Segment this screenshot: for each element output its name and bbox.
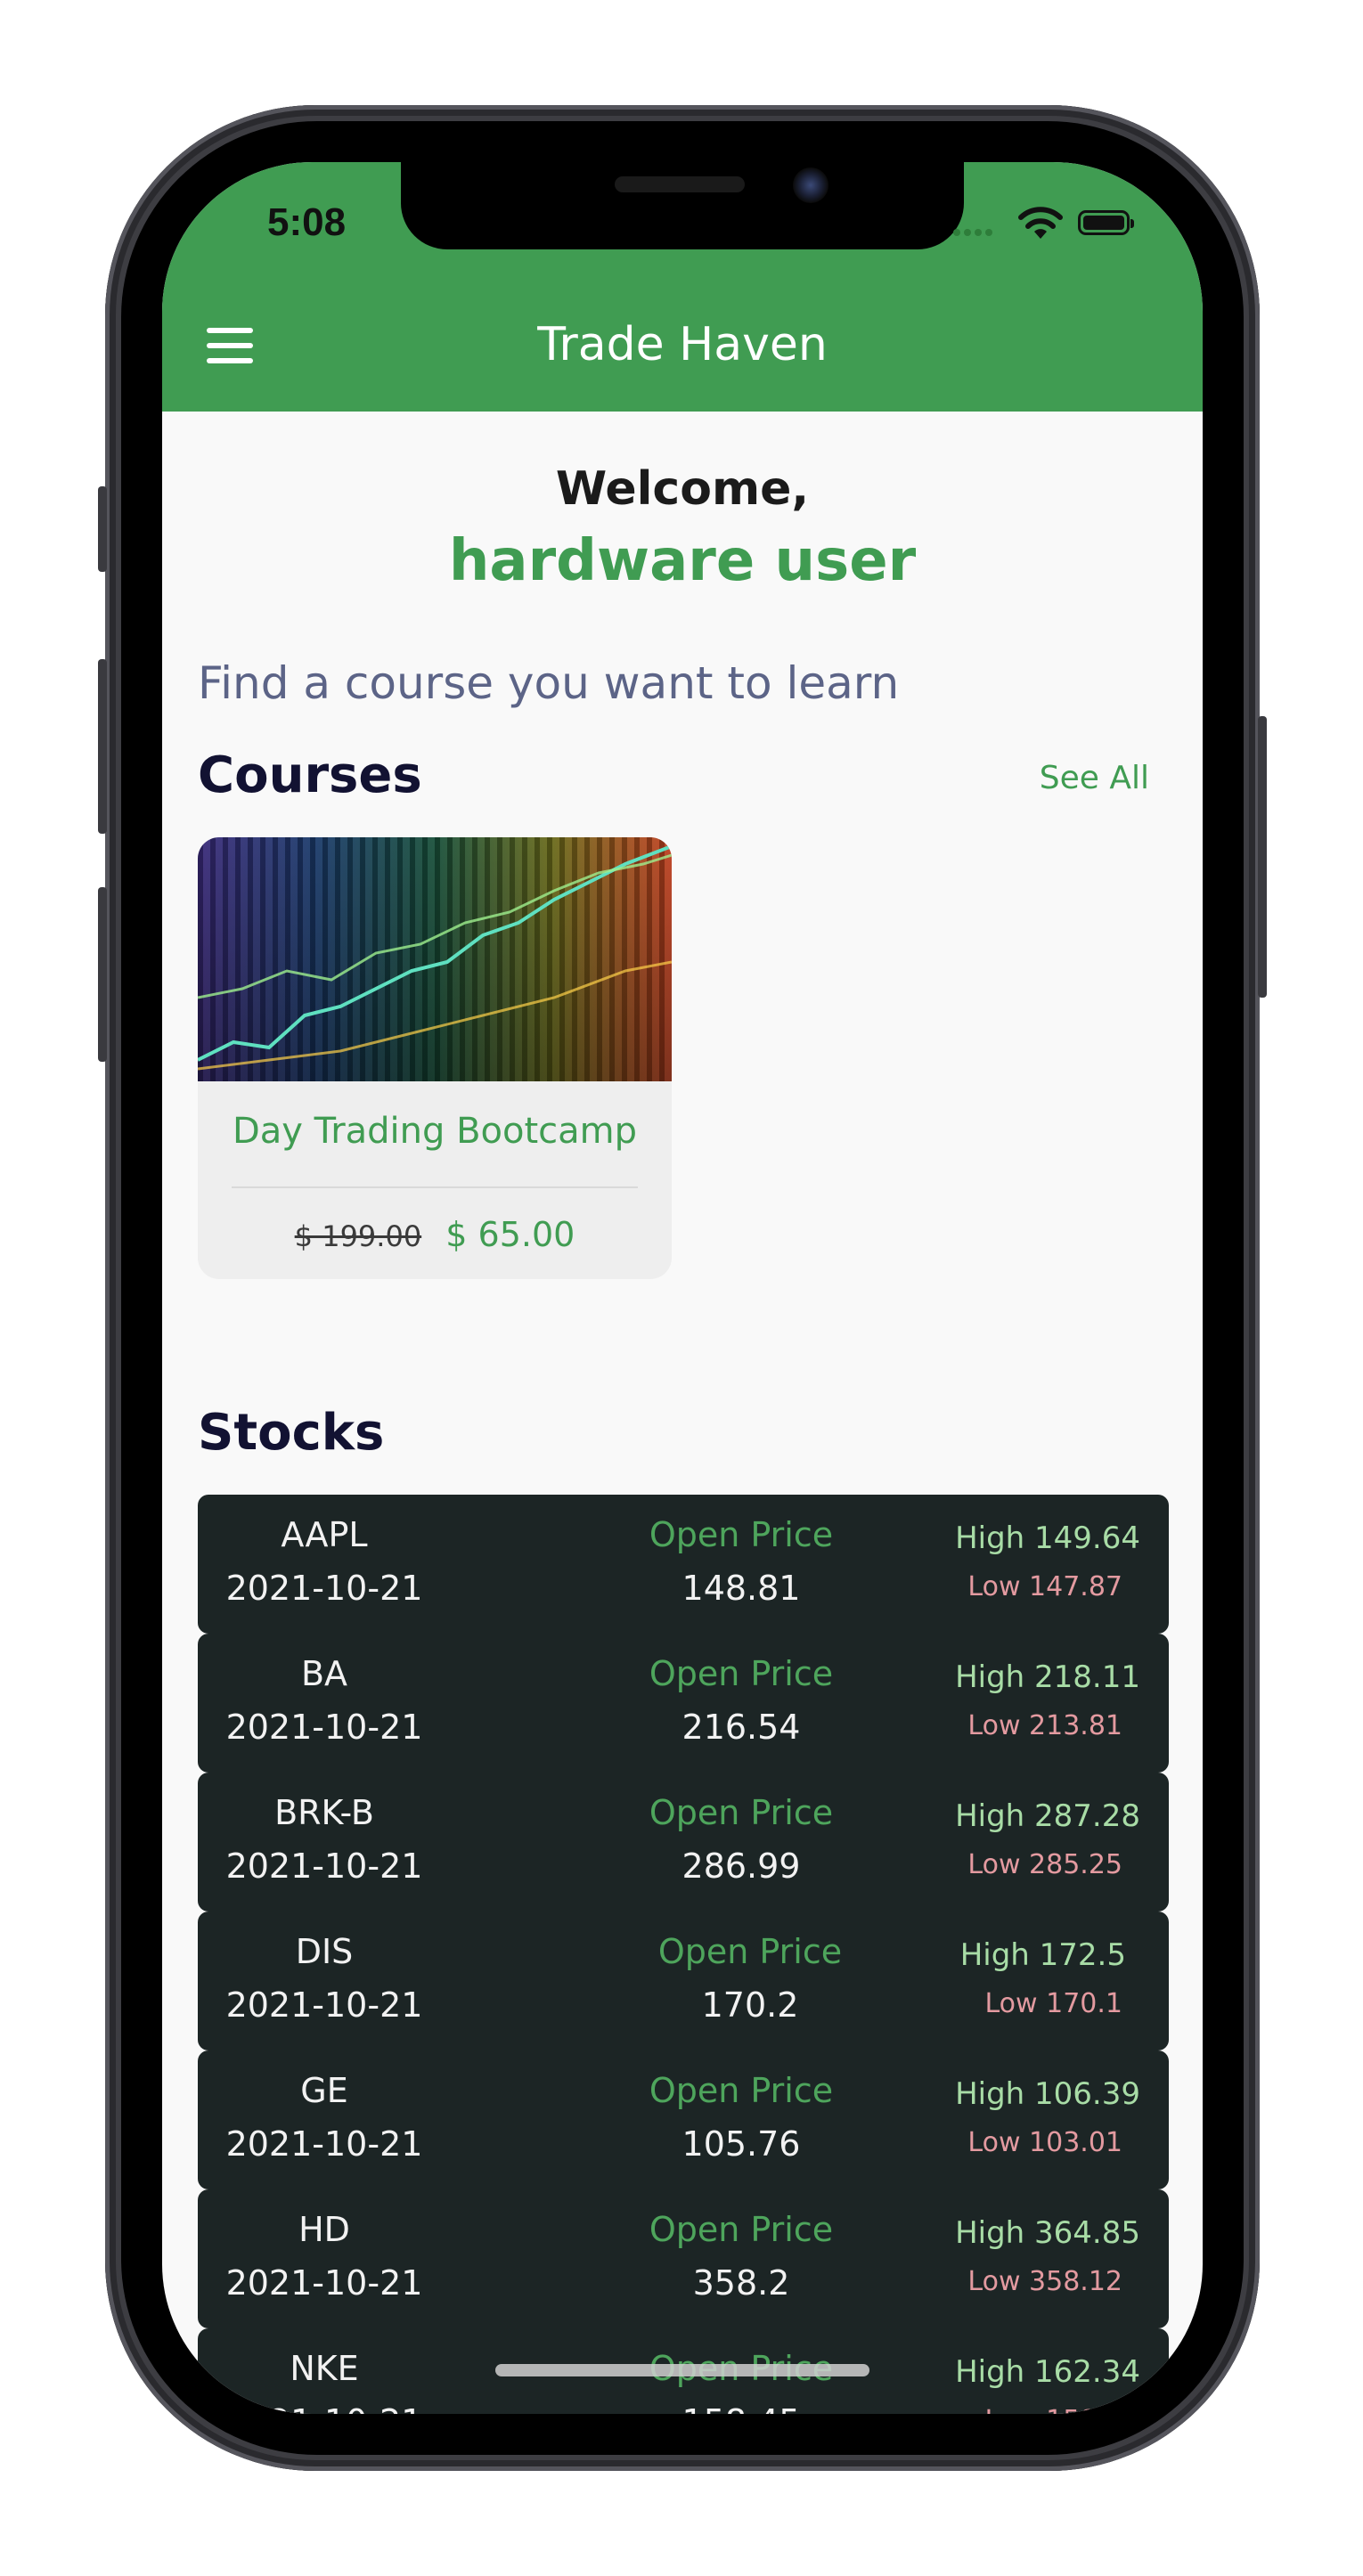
stock-row[interactable]: GE 2021-10-21 Open Price 105.76 High 106… bbox=[198, 2050, 1169, 2189]
course-title: Day Trading Bootcamp bbox=[232, 1111, 638, 1152]
stock-open-label: Open Price bbox=[649, 1654, 834, 1693]
courses-title: Courses bbox=[198, 746, 422, 804]
course-image bbox=[198, 837, 672, 1081]
stock-date: 2021-10-21 bbox=[225, 2124, 423, 2164]
see-all-link[interactable]: See All bbox=[1040, 754, 1149, 803]
app-screen: 5:08 Trade Haven Welcome, hardware user … bbox=[162, 162, 1203, 2414]
stock-open-label: Open Price bbox=[649, 2210, 834, 2249]
stock-date: 2021-10-21 bbox=[225, 1985, 423, 2025]
stocks-title: Stocks bbox=[198, 1404, 385, 1462]
stock-high: High 364.85 bbox=[955, 2215, 1140, 2251]
stock-symbol: NKE bbox=[290, 2349, 359, 2388]
welcome-greeting: Welcome, bbox=[555, 462, 810, 516]
mute-switch bbox=[98, 486, 107, 572]
stock-symbol: DIS bbox=[295, 1932, 354, 1971]
stock-low: Low 213.81 bbox=[967, 1710, 1122, 1741]
course-divider bbox=[232, 1186, 638, 1188]
speaker-grille bbox=[615, 176, 745, 192]
stock-row[interactable]: AAPL 2021-10-21 Open Price 148.81 High 1… bbox=[198, 1495, 1169, 1634]
stock-low: Low 158.6 bbox=[985, 2403, 1123, 2414]
find-course-text: Find a course you want to learn bbox=[198, 657, 900, 709]
stock-open-value: 358.2 bbox=[692, 2263, 790, 2303]
stock-open-value: 148.81 bbox=[682, 1569, 801, 1608]
stock-high: High 149.64 bbox=[955, 1520, 1140, 1556]
stock-date: 2021-10-21 bbox=[225, 1708, 423, 1747]
app-title: Trade Haven bbox=[537, 318, 828, 371]
wifi-icon bbox=[1018, 207, 1063, 239]
stock-high: High 162.34 bbox=[955, 2354, 1140, 2390]
stock-high: High 106.39 bbox=[955, 2076, 1140, 2112]
stock-symbol: BA bbox=[300, 1654, 348, 1693]
stock-open-value: 286.99 bbox=[682, 1846, 801, 1886]
stock-open-value: 158.45 bbox=[536, 2400, 946, 2414]
hamburger-menu-icon[interactable] bbox=[207, 328, 255, 363]
stocks-list: AAPL 2021-10-21 Open Price 148.81 High 1… bbox=[198, 1495, 1169, 2414]
course-price: $ 65.00 bbox=[445, 1215, 575, 1254]
stock-date: 2021-10-21 bbox=[225, 2263, 423, 2303]
stock-symbol: HD bbox=[298, 2210, 350, 2249]
battery-icon bbox=[1078, 210, 1134, 235]
course-old-price: $ 199.00 bbox=[294, 1219, 422, 1253]
stock-open-label: Open Price bbox=[649, 2071, 834, 2110]
stock-low: Low 358.12 bbox=[967, 2266, 1122, 2297]
stock-date: 2021-10-21 bbox=[198, 2400, 451, 2414]
stock-open-value: 105.76 bbox=[682, 2124, 801, 2164]
notch bbox=[401, 162, 964, 249]
stock-high: High 218.11 bbox=[955, 1659, 1140, 1695]
stock-date: 2021-10-21 bbox=[225, 1569, 423, 1608]
cellular-signal-icon bbox=[953, 223, 996, 240]
stock-symbol: AAPL bbox=[281, 1515, 368, 1554]
status-time: 5:08 bbox=[267, 200, 347, 244]
stock-low: Low 285.25 bbox=[967, 1849, 1122, 1880]
stock-open-label: Open Price bbox=[649, 1793, 834, 1832]
stock-row[interactable]: DIS 2021-10-21 Open Price 170.2 High 172… bbox=[198, 1912, 1169, 2050]
course-price-row: $ 199.00 $ 65.00 bbox=[198, 1210, 672, 1259]
stock-date: 2021-10-21 bbox=[225, 1846, 423, 1886]
stock-row[interactable]: HD 2021-10-21 Open Price 358.2 High 364.… bbox=[198, 2189, 1169, 2328]
stock-low: Low 103.01 bbox=[967, 2127, 1122, 2158]
stock-low: Low 147.87 bbox=[967, 1571, 1122, 1602]
volume-up-button bbox=[98, 659, 107, 834]
course-card[interactable]: Day Trading Bootcamp $ 199.00 $ 65.00 bbox=[198, 837, 672, 1279]
stock-open-label: Open Price bbox=[649, 1515, 834, 1554]
stock-high: High 287.28 bbox=[955, 1798, 1140, 1834]
volume-down-button bbox=[98, 887, 107, 1062]
stock-row[interactable]: BRK-B 2021-10-21 Open Price 286.99 High … bbox=[198, 1773, 1169, 1912]
home-indicator[interactable] bbox=[495, 2364, 869, 2376]
stock-high: High 172.5 bbox=[959, 1937, 1126, 1973]
status-icons bbox=[953, 205, 1140, 240]
username: hardware user bbox=[448, 528, 917, 594]
stock-open-label: Open Price bbox=[657, 1932, 843, 1971]
app-header: 5:08 Trade Haven bbox=[162, 162, 1203, 412]
stock-row[interactable]: BA 2021-10-21 Open Price 216.54 High 218… bbox=[198, 1634, 1169, 1773]
stock-low: Low 170.1 bbox=[984, 1988, 1123, 2019]
stock-symbol: BRK-B bbox=[274, 1793, 374, 1832]
power-button bbox=[1258, 716, 1267, 998]
stock-symbol: GE bbox=[300, 2071, 348, 2110]
front-camera bbox=[793, 167, 828, 203]
stock-open-value: 170.2 bbox=[701, 1985, 799, 2025]
stock-open-value: 216.54 bbox=[682, 1708, 801, 1747]
